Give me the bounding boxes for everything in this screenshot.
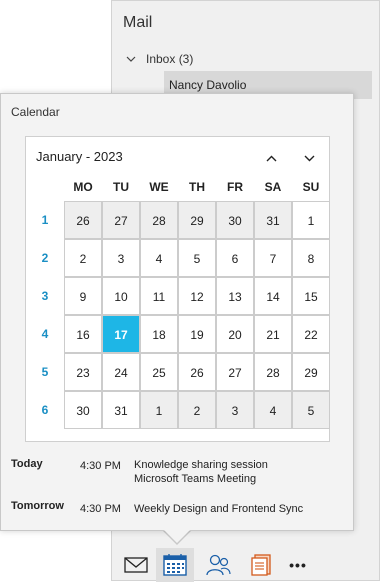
nav-calendar-button[interactable] [156,548,194,582]
agenda-subject-line: Weekly Design and Frontend Sync [134,503,304,515]
day-cell[interactable]: 24 [102,353,140,391]
day-cell[interactable]: 13 [216,277,254,315]
day-cell[interactable]: 7 [254,239,292,277]
nav-tasks-button[interactable] [242,548,280,582]
inbox-label: Inbox (3) [146,52,194,66]
day-cell[interactable]: 31 [254,201,292,239]
day-cell[interactable]: 25 [140,353,178,391]
day-cell[interactable]: 27 [102,201,140,239]
day-cell[interactable]: 18 [140,315,178,353]
week-number[interactable]: 3 [26,277,64,315]
weekday-header-row: MO TU WE TH FR SA SU [26,180,329,202]
day-cell-today[interactable]: 17 [102,315,140,353]
more-icon[interactable]: ••• [279,548,317,582]
week-number[interactable]: 2 [26,239,64,277]
day-cell[interactable]: 9 [64,277,102,315]
nav-mail-button[interactable] [117,548,155,582]
weekday-header: FR [227,180,243,194]
weekday-header: SA [264,180,282,194]
mail-icon [124,557,148,573]
chevron-down-icon[interactable] [126,56,136,62]
day-cell[interactable]: 16 [64,315,102,353]
day-cell[interactable]: 23 [64,353,102,391]
mail-title: Mail [123,14,153,31]
day-cell[interactable]: 22 [292,315,330,353]
calendar-icon [163,554,187,576]
bottom-navigation: ••• [111,545,380,583]
week-number[interactable]: 6 [26,391,64,429]
day-cell[interactable]: 11 [140,277,178,315]
day-cell[interactable]: 3 [216,391,254,429]
day-cell[interactable]: 4 [254,391,292,429]
weekday-header: TU [113,180,129,194]
day-cell[interactable]: 28 [140,201,178,239]
day-cell[interactable]: 29 [178,201,216,239]
week-number[interactable]: 1 [26,201,64,239]
week-number[interactable]: 5 [26,353,64,391]
next-month-button[interactable] [300,150,318,166]
day-cell[interactable]: 27 [216,353,254,391]
inbox-folder[interactable]: Inbox (3) [126,52,193,66]
day-cell[interactable]: 1 [140,391,178,429]
nav-people-button[interactable] [199,548,237,582]
day-cell[interactable]: 31 [102,391,140,429]
day-cell[interactable]: 5 [178,239,216,277]
popup-title: Calendar [11,105,60,119]
day-cell[interactable]: 12 [178,277,216,315]
day-cell[interactable]: 30 [216,201,254,239]
day-cell[interactable]: 21 [254,315,292,353]
calendar-popup: Calendar January - 2023 MO TU WE TH FR SA SU 1… [0,93,354,531]
chevron-up-icon [266,155,276,161]
tasks-icon [251,554,271,576]
agenda-time: 4:30 PM [80,460,121,472]
day-cell[interactable]: 3 [102,239,140,277]
day-cell[interactable]: 2 [178,391,216,429]
month-year-label[interactable]: January - 2023 [36,149,123,164]
agenda-day-label: Today [11,458,43,470]
week-number[interactable]: 4 [26,315,64,353]
agenda-subject: Weekly Design and Frontend Sync [134,502,303,516]
day-cell[interactable]: 4 [140,239,178,277]
weekday-header: WE [149,180,169,194]
day-cell[interactable]: 2 [64,239,102,277]
month-calendar: January - 2023 MO TU WE TH FR SA SU 1 26 27 28 29 3… [25,136,330,442]
day-cell[interactable]: 14 [254,277,292,315]
chevron-down-icon [304,155,314,161]
day-cell[interactable]: 26 [178,353,216,391]
weekday-header: MO [73,180,93,194]
day-cell[interactable]: 5 [292,391,330,429]
agenda-location-line: Microsoft Teams Meeting [134,473,257,485]
people-icon [206,554,231,576]
popup-pointer [164,530,190,543]
day-cell[interactable]: 28 [254,353,292,391]
day-cell[interactable]: 30 [64,391,102,429]
day-cell[interactable]: 6 [216,239,254,277]
day-cell[interactable]: 10 [102,277,140,315]
day-cell[interactable]: 29 [292,353,330,391]
day-cell[interactable]: 26 [64,201,102,239]
agenda-subject: Knowledge sharing session Microsoft Team… [134,458,268,486]
agenda-subject-line: Knowledge sharing session [134,459,268,471]
agenda-day-label: Tomorrow [11,500,64,512]
day-cell[interactable]: 15 [292,277,330,315]
weekday-header: SU [302,180,320,194]
day-cell[interactable]: 8 [292,239,330,277]
weekday-header: TH [189,180,205,194]
previous-month-button[interactable] [262,150,280,166]
day-cell[interactable]: 20 [216,315,254,353]
day-cell[interactable]: 19 [178,315,216,353]
agenda-time: 4:30 PM [80,503,121,515]
day-cell[interactable]: 1 [292,201,330,239]
